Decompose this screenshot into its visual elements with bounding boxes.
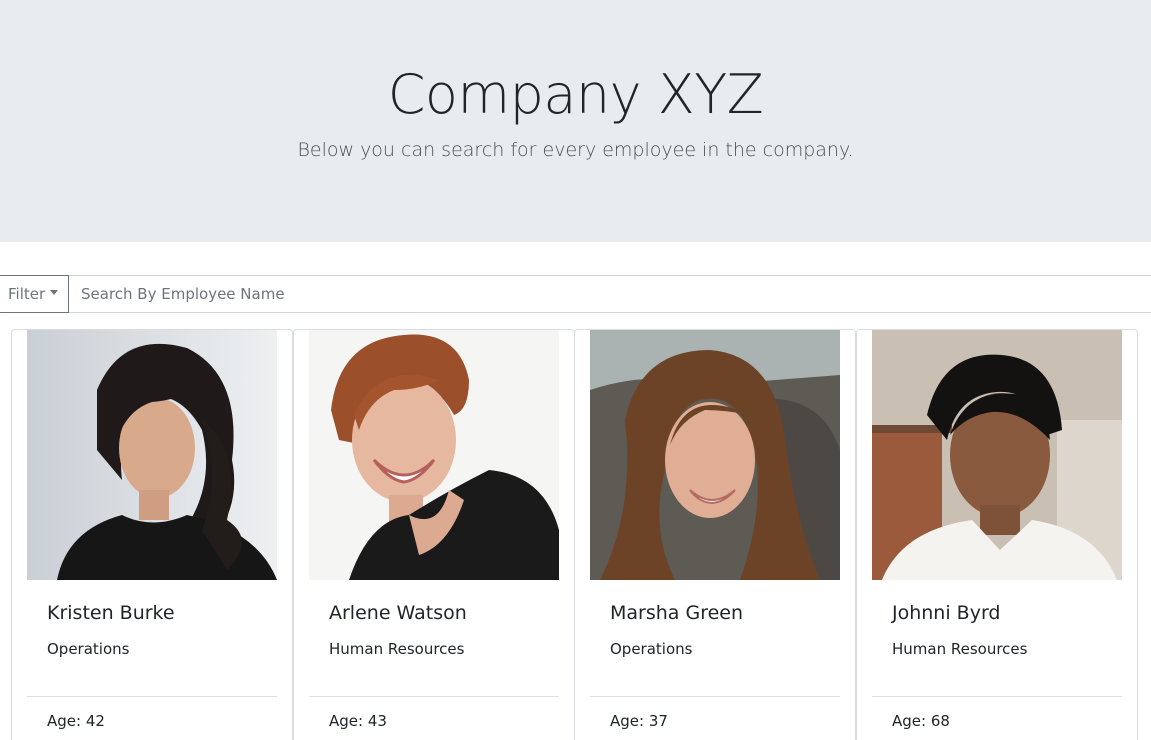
page-title: Company XYZ [387, 63, 764, 126]
caret-down-icon [50, 290, 59, 295]
employee-department: Human Resources [892, 640, 1028, 658]
card-divider [590, 696, 840, 697]
employee-name: Kristen Burke [47, 602, 175, 624]
employee-photo [27, 330, 277, 580]
portrait-photo [27, 330, 277, 580]
search-input[interactable] [69, 276, 1151, 312]
employee-card: Johnni Byrd Human Resources Age: 68 [856, 329, 1138, 740]
card-divider [309, 696, 559, 697]
employee-age: Age: 43 [329, 712, 387, 730]
filter-dropdown-button[interactable]: Filter [0, 275, 69, 313]
page-subtitle: Below you can search for every employee … [297, 139, 854, 161]
employee-photo [590, 330, 840, 580]
employee-photo [309, 330, 559, 580]
employee-card: Kristen Burke Operations Age: 42 [11, 329, 293, 740]
search-bar: Filter [0, 275, 1151, 313]
portrait-photo [590, 330, 840, 580]
employee-age: Age: 68 [892, 712, 950, 730]
employee-department: Human Resources [329, 640, 465, 658]
employee-name: Johnni Byrd [892, 602, 1001, 624]
employee-card: Arlene Watson Human Resources Age: 43 [293, 329, 575, 740]
portrait-photo [309, 330, 559, 580]
card-divider [872, 696, 1122, 697]
employee-card: Marsha Green Operations Age: 37 [574, 329, 856, 740]
portrait-photo [872, 330, 1122, 580]
card-divider [27, 696, 277, 697]
employee-name: Arlene Watson [329, 602, 467, 624]
employee-department: Operations [610, 640, 693, 658]
employee-age: Age: 37 [610, 712, 668, 730]
page-header: Company XYZ Below you can search for eve… [0, 0, 1151, 242]
employee-name: Marsha Green [610, 602, 744, 624]
employee-photo [872, 330, 1122, 580]
filter-label: Filter [8, 285, 46, 303]
employee-department: Operations [47, 640, 130, 658]
employee-age: Age: 42 [47, 712, 105, 730]
